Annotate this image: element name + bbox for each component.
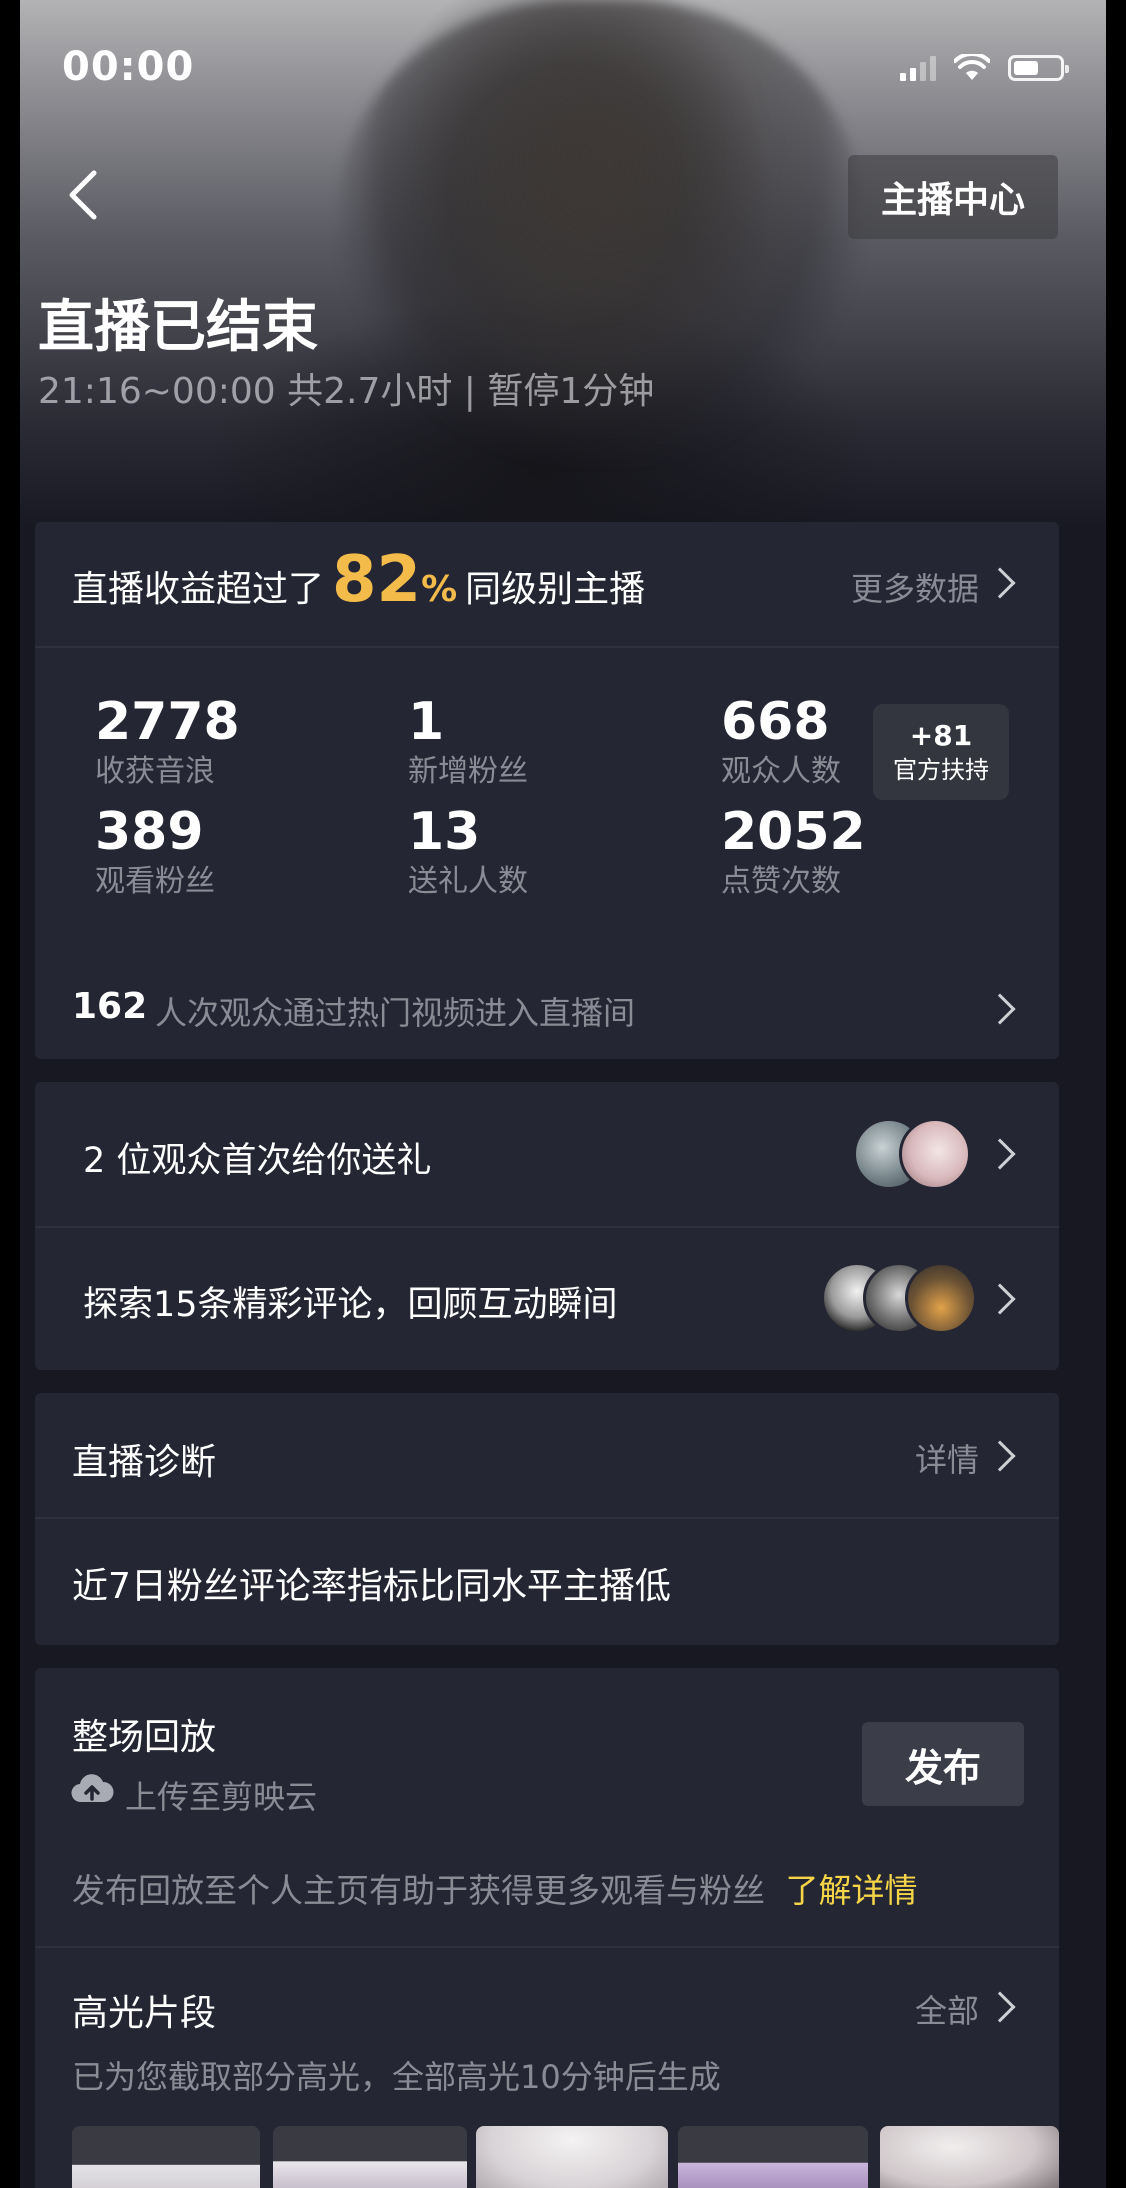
stat-label: 点赞次数 <box>721 864 841 899</box>
stat-watching-fans: 389 观看粉丝 <box>95 802 215 902</box>
highlight-thumbnail[interactable] <box>476 2126 668 2188</box>
stat-sound-waves: 2778 收获音浪 <box>95 692 240 792</box>
comments-text: 探索15条精彩评论，回顾互动瞬间 <box>83 1285 618 1325</box>
status-bar: 00:00 <box>62 40 1069 100</box>
page-title: 直播已结束 <box>38 295 318 360</box>
stat-value: 1 <box>408 692 445 752</box>
chevron-right-icon <box>984 1283 1016 1315</box>
learn-more-link[interactable]: 了解详情 <box>786 1871 918 1910</box>
stat-value: 389 <box>95 802 204 862</box>
chevron-right-icon <box>984 567 1016 599</box>
official-support-value: +81 <box>909 719 973 752</box>
comments-row[interactable]: 探索15条精彩评论，回顾互动瞬间 <box>35 1228 1059 1370</box>
first-gift-row[interactable]: 2 位观众首次给你送礼 <box>35 1082 1059 1226</box>
stat-value: 668 <box>721 692 830 752</box>
stat-label: 送礼人数 <box>408 864 528 899</box>
divider <box>35 1946 1059 1948</box>
stat-likes: 2052 点赞次数 <box>721 802 866 902</box>
official-support-badge: +81 官方扶持 <box>873 704 1009 800</box>
live-ended-screen: 00:00 主播中心 直播已结束 21:16~00:00 共2.7小时 | 暂停… <box>20 0 1106 2188</box>
stat-value: 13 <box>408 802 481 862</box>
upload-cloud-label[interactable]: 上传至剪映云 <box>125 1772 317 1818</box>
diagnosis-title: 直播诊断 <box>72 1442 217 1483</box>
diagnosis-message: 近7日粉丝评论率指标比同水平主播低 <box>72 1566 671 1607</box>
stat-new-followers: 1 新增粉丝 <box>408 692 528 792</box>
divider <box>35 646 1059 648</box>
stats-card: 直播收益超过了 82 % 同级别主播 更多数据 2778 收获音浪 1 新增粉丝… <box>35 522 1059 1059</box>
highlights-title: 高光片段 <box>72 1993 217 2034</box>
publish-button[interactable]: 发布 <box>862 1722 1024 1806</box>
stat-gift-senders: 13 送礼人数 <box>408 802 528 902</box>
highlight-thumbnail[interactable] <box>273 2126 467 2188</box>
battery-icon <box>1008 55 1069 81</box>
host-center-button[interactable]: 主播中心 <box>848 155 1058 239</box>
stat-value: 2052 <box>721 802 866 862</box>
highlights-all-link[interactable]: 全部 <box>915 1986 979 2032</box>
replay-title: 整场回放 <box>72 1717 217 1758</box>
official-support-label: 官方扶持 <box>893 756 989 784</box>
stat-viewers: 668 观众人数 <box>721 692 841 792</box>
earnings-percent: 82 <box>332 543 422 617</box>
diagnosis-detail-link[interactable]: 详情 <box>915 1435 979 1481</box>
hero-background: 00:00 主播中心 直播已结束 21:16~00:00 共2.7小时 | 暂停… <box>20 0 1106 530</box>
highlight-thumbnail[interactable] <box>678 2126 868 2188</box>
earnings-text-before: 直播收益超过了 <box>72 569 325 610</box>
replay-card: 整场回放 上传至剪映云 发布 发布回放至个人主页有助于获得更多观看与粉丝 了解详… <box>35 1668 1059 2188</box>
highlights-hint: 已为您截取部分高光，全部高光10分钟后生成 <box>72 2058 721 2096</box>
chevron-right-icon <box>984 993 1016 1025</box>
earnings-row[interactable]: 直播收益超过了 82 % 同级别主播 更多数据 <box>35 522 1059 646</box>
stat-label: 观看粉丝 <box>95 864 215 899</box>
avatar <box>905 1262 977 1334</box>
wifi-icon <box>954 54 990 80</box>
stat-label: 收获音浪 <box>95 754 215 789</box>
replay-hint: 发布回放至个人主页有助于获得更多观看与粉丝 了解详情 <box>72 1864 918 1912</box>
status-icons <box>900 54 1069 82</box>
avatar <box>899 1118 971 1190</box>
first-gift-text: 2 位观众首次给你送礼 <box>83 1141 432 1181</box>
stat-label: 新增粉丝 <box>408 754 528 789</box>
earnings-percent-sign: % <box>421 569 458 610</box>
highlight-thumbnail[interactable] <box>72 2126 260 2188</box>
more-data-link[interactable]: 更多数据 <box>851 564 979 610</box>
replay-hint-text: 发布回放至个人主页有助于获得更多观看与粉丝 <box>72 1871 765 1910</box>
chevron-right-icon <box>984 1991 1016 2023</box>
hot-video-count: 162 <box>72 986 148 1027</box>
diagnosis-header-row[interactable]: 直播诊断 详情 <box>35 1393 1059 1517</box>
hot-video-text: 人次观众通过热门视频进入直播间 <box>155 994 636 1032</box>
back-arrow-icon[interactable] <box>60 165 110 225</box>
earnings-text-after: 同级别主播 <box>465 569 646 610</box>
chevron-right-icon <box>984 1138 1016 1170</box>
cloud-upload-icon <box>71 1774 114 1803</box>
divider <box>35 1517 1059 1519</box>
stat-label: 观众人数 <box>721 754 841 789</box>
hot-video-row[interactable]: 162 人次观众通过热门视频进入直播间 <box>35 962 1059 1058</box>
stat-value: 2778 <box>95 692 240 752</box>
chevron-right-icon <box>984 1440 1016 1472</box>
highlight-thumbnails <box>72 2126 1059 2188</box>
status-time: 00:00 <box>62 44 195 90</box>
signal-icon <box>900 55 936 81</box>
live-duration-subtitle: 21:16~00:00 共2.7小时 | 暂停1分钟 <box>38 371 655 412</box>
interaction-card: 2 位观众首次给你送礼 探索15条精彩评论，回顾互动瞬间 <box>35 1082 1059 1370</box>
diagnosis-card: 直播诊断 详情 近7日粉丝评论率指标比同水平主播低 <box>35 1393 1059 1645</box>
highlight-thumbnail[interactable] <box>880 2126 1059 2188</box>
